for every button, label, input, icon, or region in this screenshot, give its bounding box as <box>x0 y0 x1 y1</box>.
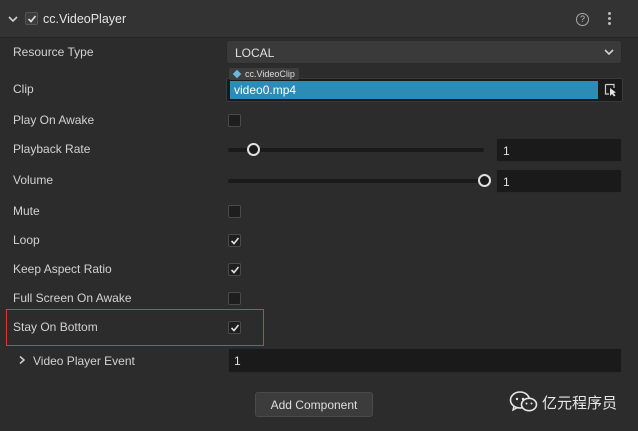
clip-asset-value-box: video0.mp4 <box>230 81 598 99</box>
asset-type-icon <box>232 69 242 79</box>
clip-asset-value: video0.mp4 <box>234 83 297 97</box>
check-icon <box>230 237 240 245</box>
keep-aspect-ratio-checkbox[interactable] <box>228 263 241 276</box>
clip-asset-type-tag: cc.VideoClip <box>229 68 299 80</box>
check-icon <box>230 266 240 274</box>
playback-rate-slider-thumb[interactable] <box>247 143 261 156</box>
add-component-button[interactable]: Add Component <box>255 392 373 417</box>
loop-checkbox[interactable] <box>228 234 241 247</box>
resource-type-label: Resource Type <box>13 45 94 59</box>
volume-label: Volume <box>13 173 54 187</box>
resource-type-value: LOCAL <box>235 46 275 60</box>
asset-picker-icon[interactable] <box>604 83 618 97</box>
more-vertical-icon[interactable] <box>608 12 612 26</box>
playback-rate-label: Playback Rate <box>13 142 91 156</box>
resource-type-select[interactable]: LOCAL <box>226 40 622 64</box>
volume-slider-track[interactable] <box>228 179 484 183</box>
playback-rate-value: 1 <box>503 144 510 158</box>
component-title: cc.VideoPlayer <box>43 12 127 26</box>
video-player-event-count-input[interactable]: 1 <box>228 348 622 373</box>
volume-input[interactable]: 1 <box>496 169 622 193</box>
video-player-event-count: 1 <box>234 354 241 368</box>
volume-value: 1 <box>503 175 510 189</box>
chevron-down-icon[interactable] <box>7 13 19 25</box>
mute-checkbox[interactable] <box>228 205 241 218</box>
playback-rate-slider-track[interactable] <box>228 148 484 152</box>
component-enabled-checkbox[interactable] <box>25 12 38 25</box>
mute-label: Mute <box>13 204 40 218</box>
full-screen-on-awake-label: Full Screen On Awake <box>13 291 132 305</box>
clip-asset-field[interactable]: video0.mp4 <box>226 78 623 102</box>
help-icon[interactable]: ? <box>576 13 589 26</box>
stay-on-bottom-checkbox[interactable] <box>228 321 241 334</box>
check-icon <box>230 324 240 332</box>
clip-label: Clip <box>13 82 34 96</box>
clip-asset-type: cc.VideoClip <box>245 69 295 79</box>
volume-slider-thumb[interactable] <box>477 174 491 187</box>
chevron-down-icon <box>604 49 614 56</box>
component-header: cc.VideoPlayer ? <box>0 0 638 38</box>
play-on-awake-checkbox[interactable] <box>228 114 241 127</box>
wechat-icon <box>509 391 538 412</box>
video-player-event-label[interactable]: Video Player Event <box>33 354 135 368</box>
playback-rate-input[interactable]: 1 <box>496 138 622 162</box>
stay-on-bottom-label: Stay On Bottom <box>13 320 98 334</box>
loop-label: Loop <box>13 233 40 247</box>
watermark-text: 亿元程序员 <box>542 394 618 412</box>
full-screen-on-awake-checkbox[interactable] <box>228 292 241 305</box>
check-icon <box>27 15 37 23</box>
play-on-awake-label: Play On Awake <box>13 113 95 127</box>
chevron-right-icon[interactable] <box>17 355 27 365</box>
keep-aspect-ratio-label: Keep Aspect Ratio <box>13 262 112 276</box>
